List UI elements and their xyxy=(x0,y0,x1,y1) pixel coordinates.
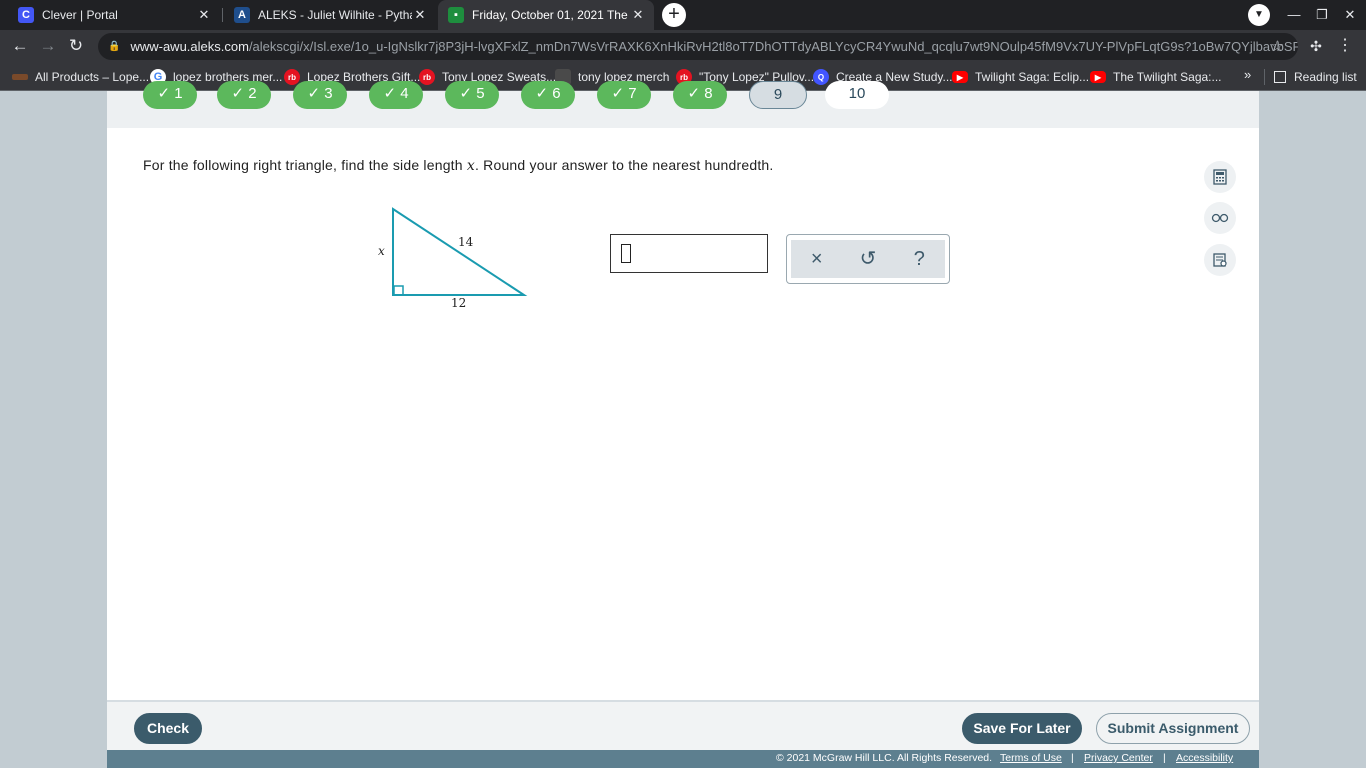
base-label: 12 xyxy=(451,296,466,310)
close-tab-icon[interactable]: ✕ xyxy=(630,7,646,23)
question-pill-5[interactable]: ✓ 5 xyxy=(445,81,499,109)
assessment-footer: Check Save For Later Submit Assignment xyxy=(107,700,1259,750)
tab-title: ALEKS - Juliet Wilhite - Pythagor xyxy=(258,8,412,22)
question-pill-8[interactable]: ✓ 8 xyxy=(673,81,727,109)
browser-tab-strip: C Clever | Portal ✕ A ALEKS - Juliet Wil… xyxy=(0,0,1366,30)
back-icon[interactable]: ← xyxy=(7,33,33,59)
url-path: /alekscgi/x/Isl.exe/1o_u-IgNslkr7j8P3jH-… xyxy=(248,39,1298,54)
bookmark-label: Twilight Saga: Eclip... xyxy=(975,70,1090,84)
submit-assignment-button[interactable]: Submit Assignment xyxy=(1096,713,1250,744)
question-pill-9[interactable]: 9 xyxy=(749,81,807,109)
bookmark-item[interactable]: ▶ Twilight Saga: Eclip... xyxy=(952,67,1089,87)
answer-input[interactable] xyxy=(610,234,768,273)
question-pill-3[interactable]: ✓ 3 xyxy=(293,81,347,109)
tab-clever[interactable]: C Clever | Portal ✕ xyxy=(8,0,220,30)
lock-icon: 🔒 xyxy=(108,41,121,52)
url-host: www-awu.aleks.com xyxy=(130,39,249,54)
triangle-shape xyxy=(392,207,528,296)
notes-icon[interactable] xyxy=(1204,244,1236,276)
tab-aleks[interactable]: A ALEKS - Juliet Wilhite - Pythagor ✕ xyxy=(224,0,436,30)
bookmark-label: All Products – Lope... xyxy=(35,70,150,84)
glasses-icon[interactable] xyxy=(1204,202,1236,234)
youtube-icon: ▶ xyxy=(952,71,968,83)
tab-divider xyxy=(222,8,223,22)
redbubble-icon: rb xyxy=(284,69,300,85)
bookmark-star-icon[interactable]: ☆ xyxy=(1271,37,1284,55)
tab-title: Clever | Portal xyxy=(42,8,118,22)
tab-title: Friday, October 01, 2021 The Pyt xyxy=(472,8,630,22)
question-variable: x xyxy=(466,158,475,174)
question-suffix: . Round your answer to the nearest hundr… xyxy=(474,157,774,173)
question-pill-2[interactable]: ✓ 2 xyxy=(217,81,271,109)
accessibility-link[interactable]: Accessibility xyxy=(1176,752,1233,764)
bookmark-label: The Twilight Saga:... xyxy=(1113,70,1222,84)
vertical-leg-label: x xyxy=(378,244,385,258)
aleks-page: ✓ 1 ✓ 2 ✓ 3 ✓ 4 ✓ 5 ✓ 6 ✓ 7 ✓ 8 9 10 For… xyxy=(107,81,1259,768)
link-separator: | xyxy=(1163,752,1166,764)
tab-google-classroom[interactable]: ▪ Friday, October 01, 2021 The Pyt ✕ xyxy=(438,0,654,30)
question-pill-1[interactable]: ✓ 1 xyxy=(143,81,197,109)
privacy-link[interactable]: Privacy Center xyxy=(1084,752,1153,764)
classroom-favicon-icon: ▪ xyxy=(448,7,464,23)
right-angle-marker xyxy=(393,285,404,296)
clear-answer-button[interactable]: × xyxy=(791,240,842,278)
bookmark-item[interactable]: ▶ The Twilight Saga:... xyxy=(1090,67,1222,87)
question-pill-7[interactable]: ✓ 7 xyxy=(597,81,651,109)
close-window-icon[interactable]: ✕ xyxy=(1336,0,1364,30)
right-triangle-figure: x 14 12 xyxy=(378,207,528,310)
copyright-bar: © 2021 McGraw Hill LLC. All Rights Reser… xyxy=(107,750,1259,768)
check-button[interactable]: Check xyxy=(134,713,202,744)
help-button[interactable]: ? xyxy=(894,240,945,278)
redbubble-icon: rb xyxy=(419,69,435,85)
close-tab-icon[interactable]: ✕ xyxy=(412,7,428,23)
new-tab-button[interactable]: + xyxy=(662,3,686,27)
youtube-icon: ▶ xyxy=(1090,71,1106,83)
question-pill-6[interactable]: ✓ 6 xyxy=(521,81,575,109)
reading-list-label: Reading list xyxy=(1294,70,1357,84)
save-for-later-button[interactable]: Save For Later xyxy=(962,713,1082,744)
brand-icon xyxy=(12,74,28,80)
clever-favicon-icon: C xyxy=(18,7,34,23)
terms-link[interactable]: Terms of Use xyxy=(1000,752,1062,764)
answer-tools-panel: × ↺ ? xyxy=(786,234,950,284)
reading-list-icon xyxy=(1274,71,1286,83)
calculator-icon[interactable] xyxy=(1204,161,1236,193)
copyright-text: © 2021 McGraw Hill LLC. All Rights Reser… xyxy=(776,752,993,764)
more-bookmarks-icon[interactable]: » xyxy=(1244,67,1251,82)
question-pill-10[interactable]: 10 xyxy=(825,81,889,109)
reading-list-button[interactable]: Reading list xyxy=(1274,67,1357,87)
hypotenuse-label: 14 xyxy=(458,235,474,249)
extensions-icon[interactable]: ✣ xyxy=(1306,33,1326,59)
quizlet-icon: Q xyxy=(813,69,829,85)
forward-icon[interactable]: → xyxy=(35,33,61,59)
bookmark-item[interactable]: All Products – Lope... xyxy=(12,67,149,87)
question-text: For the following right triangle, find t… xyxy=(143,157,773,174)
reload-icon[interactable]: ↻ xyxy=(63,33,89,59)
close-tab-icon[interactable]: ✕ xyxy=(196,7,212,23)
address-bar[interactable]: 🔒 www-awu.aleks.com /alekscgi/x/Isl.exe/… xyxy=(98,33,1298,60)
aleks-favicon-icon: A xyxy=(234,7,250,23)
question-pill-4[interactable]: ✓ 4 xyxy=(369,81,423,109)
question-prefix: For the following right triangle, find t… xyxy=(143,157,467,173)
undo-button[interactable]: ↺ xyxy=(842,240,893,278)
input-cursor xyxy=(621,244,631,263)
question-navigator: ✓ 1 ✓ 2 ✓ 3 ✓ 4 ✓ 5 ✓ 6 ✓ 7 ✓ 8 9 10 xyxy=(107,81,1259,128)
minimize-icon[interactable]: — xyxy=(1280,0,1308,30)
restore-icon[interactable]: ❐ xyxy=(1308,0,1336,30)
link-separator: | xyxy=(1071,752,1074,764)
bookmark-divider xyxy=(1264,69,1265,85)
tab-search-icon[interactable]: ▼ xyxy=(1248,4,1270,26)
browser-toolbar: ← → ↻ 🔒 www-awu.aleks.com /alekscgi/x/Is… xyxy=(0,30,1366,63)
browser-menu-icon[interactable]: ⋮ xyxy=(1334,33,1356,59)
